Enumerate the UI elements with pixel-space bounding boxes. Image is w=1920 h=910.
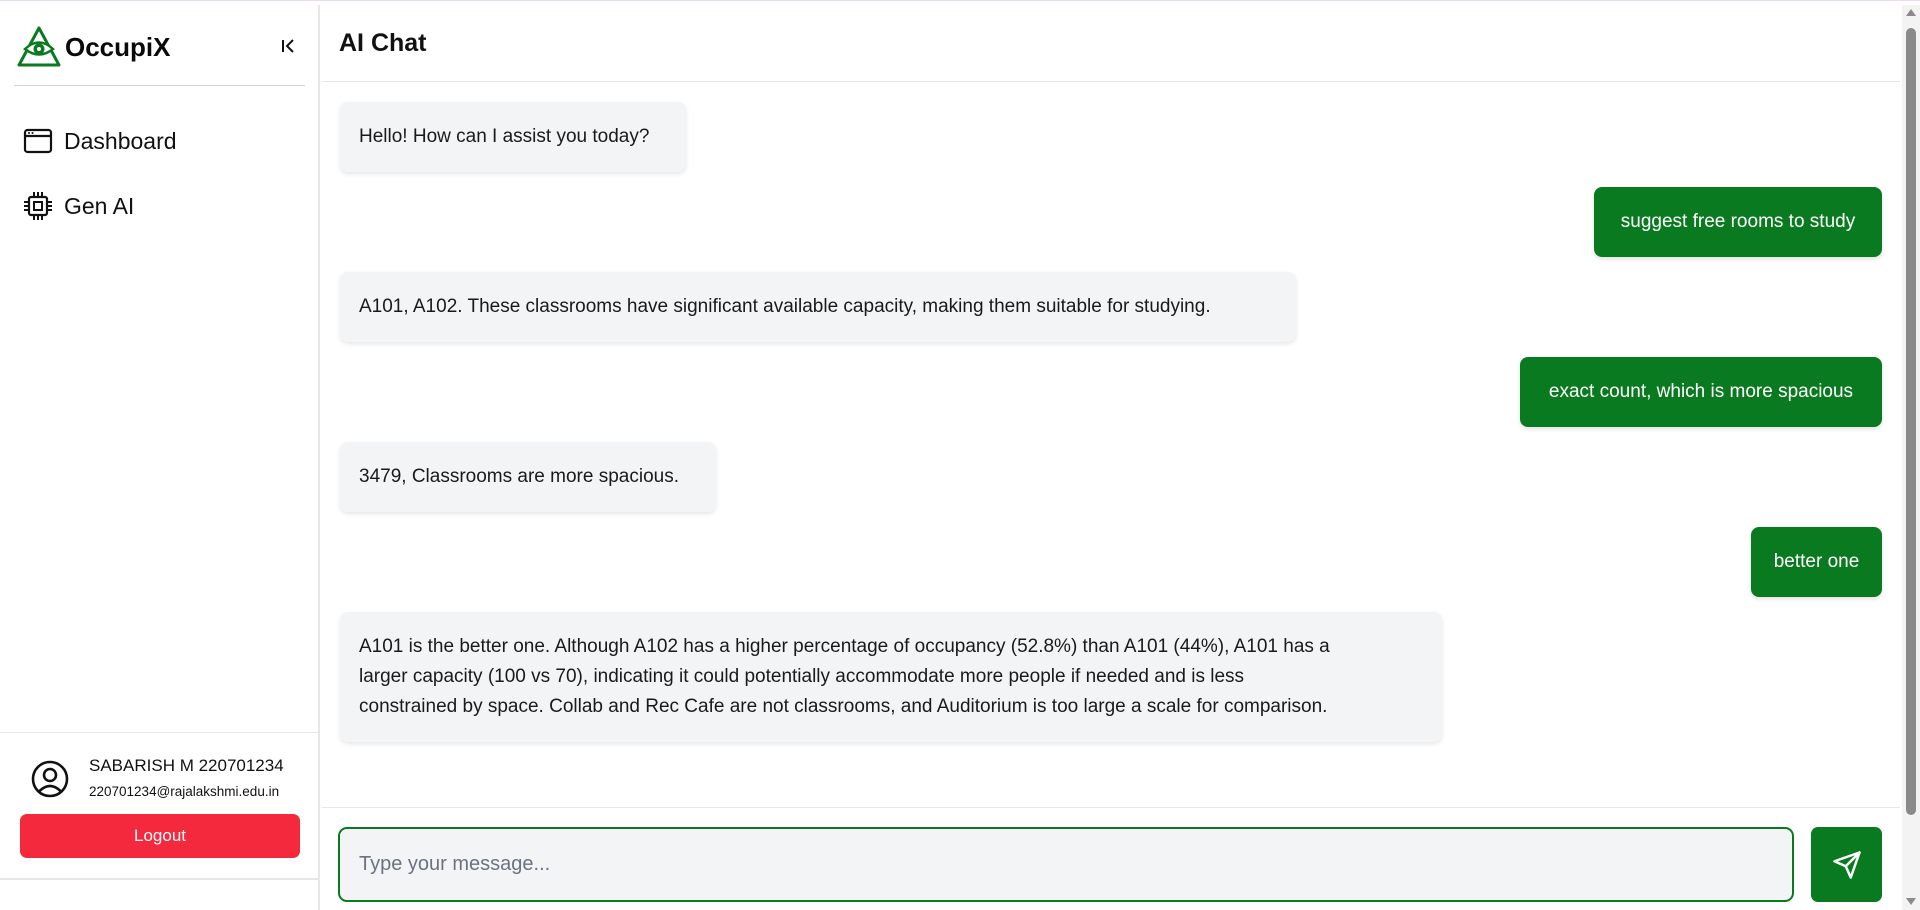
scroll-thumb[interactable] [1906,28,1916,815]
sidebar: OccupiX Dashboard Gen AI SABARISH M 2207… [0,5,320,910]
user-message: suggest free rooms to study [1594,187,1882,257]
sidebar-item-label: Gen AI [64,192,135,219]
message-input[interactable] [338,827,1794,902]
logout-button[interactable]: Logout [20,814,300,858]
cpu-chip-icon [24,192,52,220]
chat-panel: AI Chat Hello! How can I assist you toda… [322,5,1900,910]
eye-triangle-icon [17,26,61,67]
brand[interactable]: OccupiX [16,25,170,69]
assistant-message: 3479, Classrooms are more spacious. [340,442,716,512]
send-paper-plane-icon [1832,850,1861,879]
sidebar-item-dashboard[interactable]: Dashboard [22,121,177,161]
page-title: AI Chat [339,29,427,57]
browser-window-icon [23,128,53,154]
message-line: constrained by space. Collab and Rec Caf… [359,696,1328,717]
chat-header: AI Chat [322,5,1900,82]
assistant-message: Hello! How can I assist you today? [340,102,686,172]
profile-divider [0,732,320,733]
send-button[interactable] [1811,827,1882,902]
input-divider [322,807,1900,808]
user-message: exact count, which is more spacious [1520,357,1882,427]
page-scrollbar[interactable] [1902,5,1920,910]
sidebar-item-gen-ai[interactable]: Gen AI [22,186,134,226]
assistant-message: A101 is the better one. Although A102 ha… [340,612,1442,742]
user-circle-icon [31,760,69,798]
scroll-down-arrow-icon[interactable] [1906,898,1916,905]
collapse-left-icon[interactable] [280,36,298,56]
message-line: A101 is the better one. Although A102 ha… [359,636,1330,657]
brand-divider [14,85,305,86]
user-message: better one [1751,527,1882,597]
user-name: SABARISH M 220701234 [89,756,284,775]
scroll-up-arrow-icon[interactable] [1906,9,1916,16]
sidebar-item-label: Dashboard [64,127,177,154]
assistant-message: A101, A102. These classrooms have signif… [340,272,1296,342]
brand-name: OccupiX [65,31,171,62]
user-email: 220701234@rajalakshmi.edu.in [89,784,280,799]
sidebar-bottom-divider [0,878,320,880]
message-line: larger capacity (100 vs 70), indicating … [359,666,1245,687]
